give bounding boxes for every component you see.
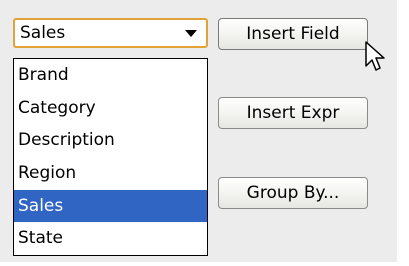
list-item-brand[interactable]: Brand bbox=[14, 59, 207, 92]
dialog-panel: Sales Brand Category Description Region … bbox=[0, 0, 397, 262]
list-item-region[interactable]: Region bbox=[14, 157, 207, 190]
list-item-sales[interactable]: Sales bbox=[14, 189, 207, 223]
list-item-description[interactable]: Description bbox=[14, 124, 207, 157]
insert-expr-button[interactable]: Insert Expr bbox=[218, 97, 368, 129]
field-dropdown-list[interactable]: Brand Category Description Region Sales … bbox=[13, 58, 208, 256]
group-by-button[interactable]: Group By... bbox=[218, 177, 368, 209]
field-select-value: Sales bbox=[20, 23, 66, 43]
insert-field-button[interactable]: Insert Field bbox=[218, 18, 368, 50]
arrow-cursor-icon bbox=[365, 41, 385, 71]
list-item-state[interactable]: State bbox=[14, 222, 207, 255]
chevron-down-icon[interactable] bbox=[185, 30, 197, 37]
field-select[interactable]: Sales bbox=[13, 18, 208, 48]
list-item-category[interactable]: Category bbox=[14, 92, 207, 125]
